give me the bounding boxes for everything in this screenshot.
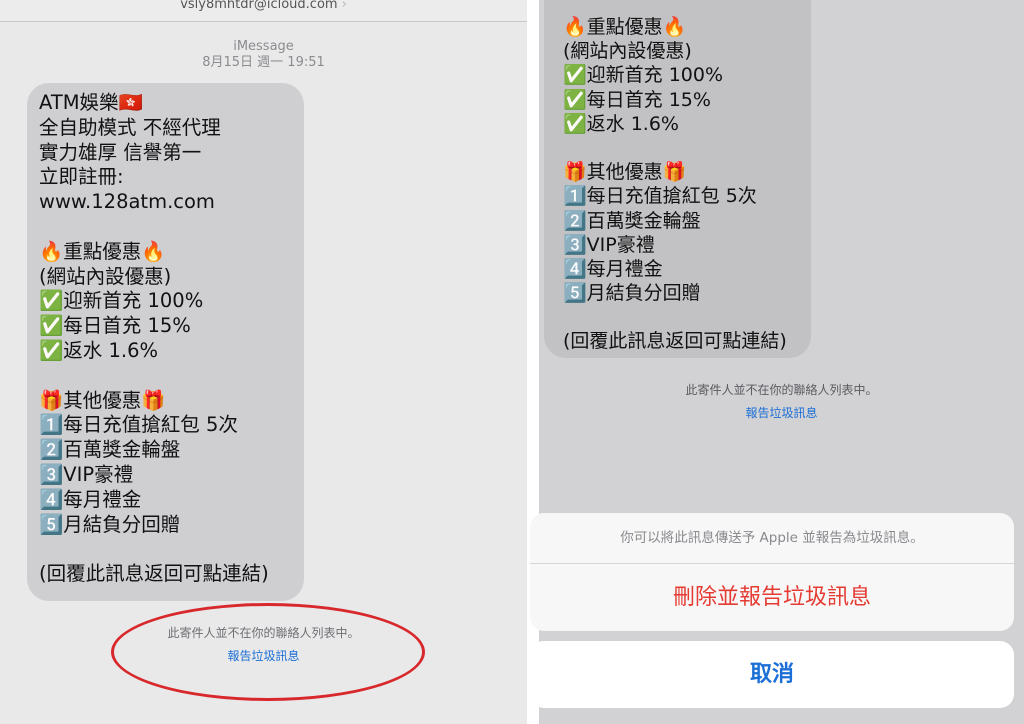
message-line — [563, 305, 787, 329]
delete-and-report-button[interactable]: 刪除並報告垃圾訊息 — [530, 564, 1014, 631]
message-line: ✅每日首充 15% — [39, 314, 191, 338]
message-line: (網站內設優惠) — [563, 40, 692, 63]
service-label: iMessage — [233, 39, 294, 54]
message-line: (回覆此訊息返回可點連結) — [39, 562, 269, 586]
message-line — [563, 136, 787, 160]
message-line: (回覆此訊息返回可點連結) — [563, 330, 787, 353]
message-line: 3️⃣VIP豪禮 — [563, 233, 655, 256]
report-junk-link[interactable]: 報告垃圾訊息 — [539, 404, 1024, 421]
message-text: 🔥重點優惠🔥 (網站內設優惠) ✅迎新首充 100% ✅每日首充 15% ✅返水 1.… — [563, 15, 787, 354]
message-line — [39, 364, 292, 389]
message-line: 5️⃣月結負分回贈 — [39, 512, 181, 536]
message-bubble-cropped[interactable]: 🔥重點優惠🔥 (網站內設優惠) ✅迎新首充 100% ✅每日首充 15% ✅返水 1.… — [544, 0, 811, 358]
sender-email: vsly8mhtdr@icloud.com — [180, 0, 338, 12]
message-bubble[interactable]: ATM娛樂🇭🇰 全自助模式 不經代理 實力雄厚 信譽第一 立即註冊: www.128at… — [27, 83, 304, 601]
message-line: 2️⃣百萬獎金輪盤 — [563, 209, 701, 232]
message-line: ✅每日首充 15% — [563, 88, 711, 111]
message-line: 3️⃣VIP豪禮 — [39, 462, 134, 486]
message-line — [39, 537, 292, 562]
message-line — [39, 215, 292, 240]
message-line: 1️⃣每日充值搶紅包 5次 — [563, 185, 757, 208]
sender-header[interactable]: vsly8mhtdr@icloud.com › — [0, 0, 527, 22]
message-line: 🔥重點優惠🔥 — [563, 16, 687, 38]
report-junk-action-sheet: 你可以將此訊息傳送予 Apple 並報告為垃圾訊息。 刪除並報告垃圾訊息 — [530, 513, 1014, 631]
message-line: 全自助模式 不經代理 — [39, 115, 221, 139]
message-line: 🔥重點優惠🔥 — [39, 239, 166, 263]
message-line: 4️⃣每月禮金 — [39, 487, 142, 511]
message-line: 1️⃣每日充值搶紅包 5次 — [39, 413, 238, 437]
message-line: ATM娛樂🇭🇰 — [39, 91, 143, 114]
message-line: (網站內設優惠) — [39, 264, 172, 288]
action-sheet-message: 你可以將此訊息傳送予 Apple 並報告為垃圾訊息。 — [530, 513, 1014, 564]
message-line: www.128atm.com — [39, 190, 215, 214]
message-line: ✅返水 1.6% — [563, 112, 679, 135]
message-line: ✅返水 1.6% — [39, 338, 159, 362]
message-line: ✅迎新首充 100% — [39, 289, 204, 313]
not-in-contacts-notice: 此寄件人並不在你的聯絡人列表中。 — [685, 383, 878, 397]
message-line: 實力雄厚 信譽第一 — [39, 140, 202, 164]
message-line: 2️⃣百萬獎金輪盤 — [39, 438, 181, 462]
cancel-button[interactable]: 取消 — [530, 641, 1014, 708]
message-line: 🎁其他優惠🎁 — [39, 388, 166, 412]
message-timestamp: 8月15日 週一 19:51 — [202, 55, 325, 70]
chevron-right-icon: › — [341, 0, 347, 12]
message-line: 立即註冊: — [39, 165, 124, 189]
annotation-circle — [111, 603, 425, 701]
message-line: 5️⃣月結負分回贈 — [563, 282, 701, 305]
message-line: ✅迎新首充 100% — [563, 64, 724, 87]
message-line: 4️⃣每月禮金 — [563, 257, 663, 280]
message-line: 🎁其他優惠🎁 — [563, 161, 687, 184]
message-text: ATM娛樂🇭🇰 全自助模式 不經代理 實力雄厚 信譽第一 立即註冊: www.128at… — [39, 91, 292, 587]
